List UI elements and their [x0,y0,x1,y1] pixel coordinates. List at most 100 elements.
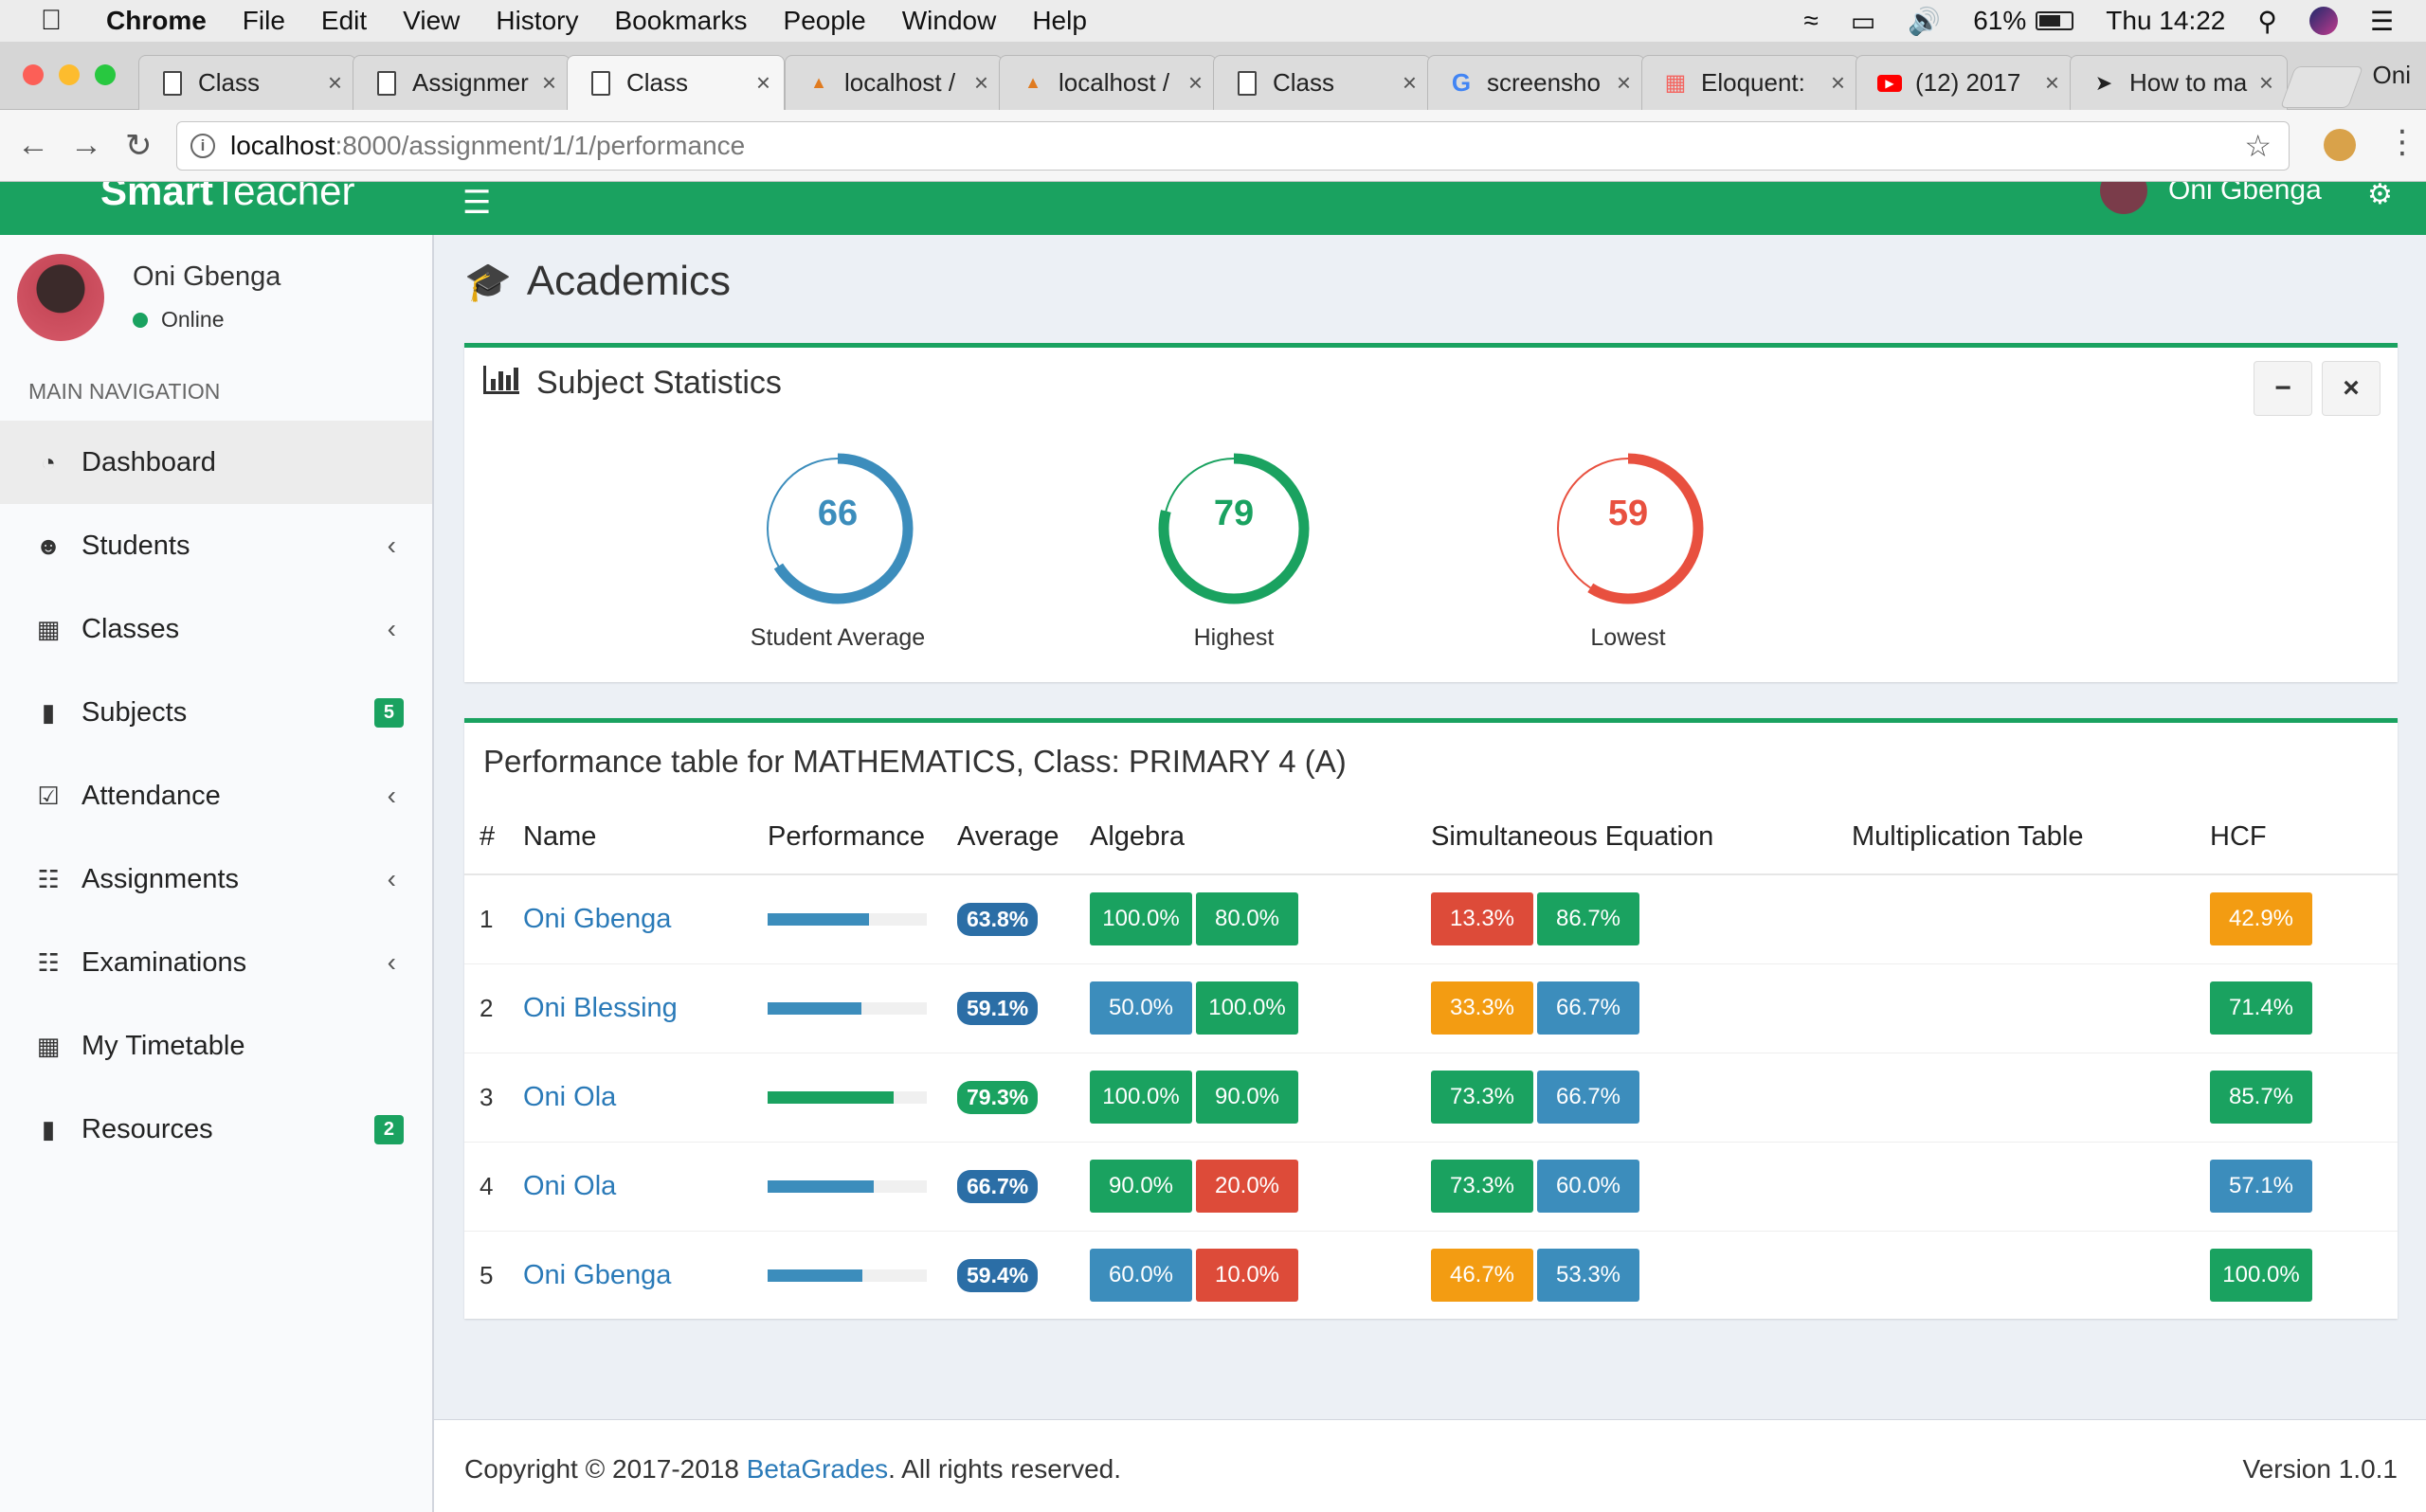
sidebar-item-attendance[interactable]: ☑ Attendance ‹ [0,754,432,837]
simeq-cell: 33.3% 66.7% [1416,963,1837,1053]
sidebar-toggle-icon[interactable]: ☰ [462,184,491,222]
menu-file[interactable]: File [243,6,285,36]
reload-icon[interactable]: ↻ [125,127,153,165]
sidebar-item-dashboard[interactable]: ◔ Dashboard [0,421,432,504]
sidebar-item-assignments[interactable]: ☷ Assignments ‹ [0,837,432,921]
algebra-cell: 90.0% 20.0% [1075,1141,1416,1231]
sidebar-item-my-timetable[interactable]: ▦ My Timetable [0,1004,432,1088]
student-name-link[interactable]: Oni Ola [523,1082,616,1112]
chevron-left-icon: ‹ [387,781,396,810]
browser-tab[interactable]: Assignmer × [353,55,570,110]
sidebar-item-subjects[interactable]: ▮ Subjects 5 [0,671,432,754]
apple-icon[interactable]:  [25,5,78,37]
profile-name[interactable]: Oni [2373,61,2411,90]
tab-close-icon[interactable]: × [2045,68,2059,98]
cookie-extension-icon[interactable] [2324,129,2356,161]
footer: Copyright © 2017-2018 BetaGrades. All ri… [434,1419,2426,1512]
laravel-icon: ▦ [1664,70,1687,96]
student-name-link[interactable]: Oni Gbenga [523,904,671,934]
sidebar-item-classes[interactable]: ▦ Classes ‹ [0,587,432,671]
sidebar-item-resources[interactable]: ▮ Resources 2 [0,1088,432,1171]
new-tab-button[interactable] [2279,66,2364,108]
siri-icon[interactable] [2308,7,2338,35]
menu-bookmarks[interactable]: Bookmarks [614,6,747,36]
close-box-button[interactable]: × [2322,361,2381,416]
user-status[interactable]: Online [133,307,224,333]
algebra-cell: 100.0% 90.0% [1075,1052,1416,1142]
clock[interactable]: Thu 14:22 [2106,6,2225,36]
settings-gears-icon[interactable]: ⚙ [2367,182,2393,211]
browser-tab[interactable]: Class × [567,55,785,110]
menu-edit[interactable]: Edit [321,6,367,36]
student-name-link[interactable]: Oni Blessing [523,993,678,1023]
score-badge: 71.4% [2210,981,2312,1035]
forward-icon[interactable]: → [70,127,102,164]
tab-close-icon[interactable]: × [1831,68,1845,98]
menu-people[interactable]: People [784,6,866,36]
tab-close-icon[interactable]: × [1403,68,1417,98]
tab-close-icon[interactable]: × [1188,68,1203,98]
score-badge: 100.0% [1196,981,1298,1035]
window-zoom-button[interactable] [95,64,116,85]
browser-tab[interactable]: Gscreensho × [1427,55,1645,110]
tab-close-icon[interactable]: × [2259,68,2273,98]
collapse-box-button[interactable]: − [2254,361,2312,416]
sidebar-item-label: Subjects [81,696,188,728]
battery-percent[interactable]: 61% [1973,6,2026,36]
tab-close-icon[interactable]: × [542,68,556,98]
student-name-link[interactable]: Oni Ola [523,1171,616,1201]
volume-icon[interactable]: 🔊 [1908,6,1941,37]
average-cell: 79.3% [942,1052,1075,1142]
window-minimize-button[interactable] [59,64,80,85]
column-header[interactable]: Multiplication Table [1837,801,2195,875]
menu-help[interactable]: Help [1032,6,1087,36]
average-badge: 59.1% [957,991,1039,1025]
app-logo[interactable]: SmartTeacher [100,182,354,214]
column-header[interactable]: # [464,801,508,875]
tab-close-icon[interactable]: × [328,68,342,98]
spotlight-search-icon[interactable]: ⚲ [2257,6,2277,37]
header-user-menu[interactable]: Oni Gbenga [2100,182,2322,214]
window-close-button[interactable] [23,64,44,85]
score-badge: 46.7% [1431,1249,1533,1303]
back-icon[interactable]: ← [17,127,49,164]
bookmark-star-icon[interactable]: ☆ [2244,128,2272,164]
column-header[interactable]: Name [508,801,752,875]
battery-icon[interactable] [2036,11,2074,30]
score-badge: 86.7% [1537,892,1639,946]
column-header[interactable]: Algebra [1075,801,1416,875]
sidebar-item-students[interactable]: ☻ Students ‹ [0,504,432,587]
sidebar-item-examinations[interactable]: ☷ Examinations ‹ [0,921,432,1004]
airplay-icon[interactable]: ▭ [1851,6,1875,37]
browser-tab[interactable]: Class × [1213,55,1431,110]
column-header[interactable]: HCF [2195,801,2398,875]
student-name-link[interactable]: Oni Gbenga [523,1260,671,1290]
browser-tab[interactable]: Class × [138,55,356,110]
browser-tab[interactable]: ▦ Eloquent: × [1641,55,1859,110]
sidebar-item-label: My Timetable [81,1030,245,1061]
average-badge: 79.3% [957,1080,1039,1114]
brand-link[interactable]: BetaGrades [747,1454,888,1484]
browser-tab[interactable]: ▶ (12) 2017 × [1856,55,2073,110]
average-badge: 66.7% [957,1169,1039,1203]
chrome-menu-icon[interactable]: ⋮ [2386,123,2418,161]
tab-close-icon[interactable]: × [1617,68,1631,98]
column-header[interactable]: Simultaneous Equation [1416,801,1837,875]
menu-view[interactable]: View [403,6,460,36]
notification-center-icon[interactable]: ☰ [2370,6,2394,37]
address-bar[interactable]: i localhost:8000/assignment/1/1/performa… [176,121,2290,171]
row-number: 4 [464,1141,508,1231]
site-info-icon[interactable]: i [190,134,215,158]
browser-tab[interactable]: ➤ How to ma × [2070,55,2288,110]
column-header[interactable]: Performance [752,801,942,875]
tab-close-icon[interactable]: × [756,68,770,98]
menu-history[interactable]: History [496,6,578,36]
menu-app-name[interactable]: Chrome [106,6,207,36]
browser-tab[interactable]: ▲ localhost / × [999,55,1217,110]
menu-window[interactable]: Window [902,6,997,36]
column-header[interactable]: Average [942,801,1075,875]
wifi-icon[interactable]: ≈ [1804,6,1819,36]
subject-statistics-label: Subject Statistics [536,365,782,401]
browser-tab[interactable]: ▲ localhost / × [785,55,1003,110]
tab-close-icon[interactable]: × [974,68,988,98]
